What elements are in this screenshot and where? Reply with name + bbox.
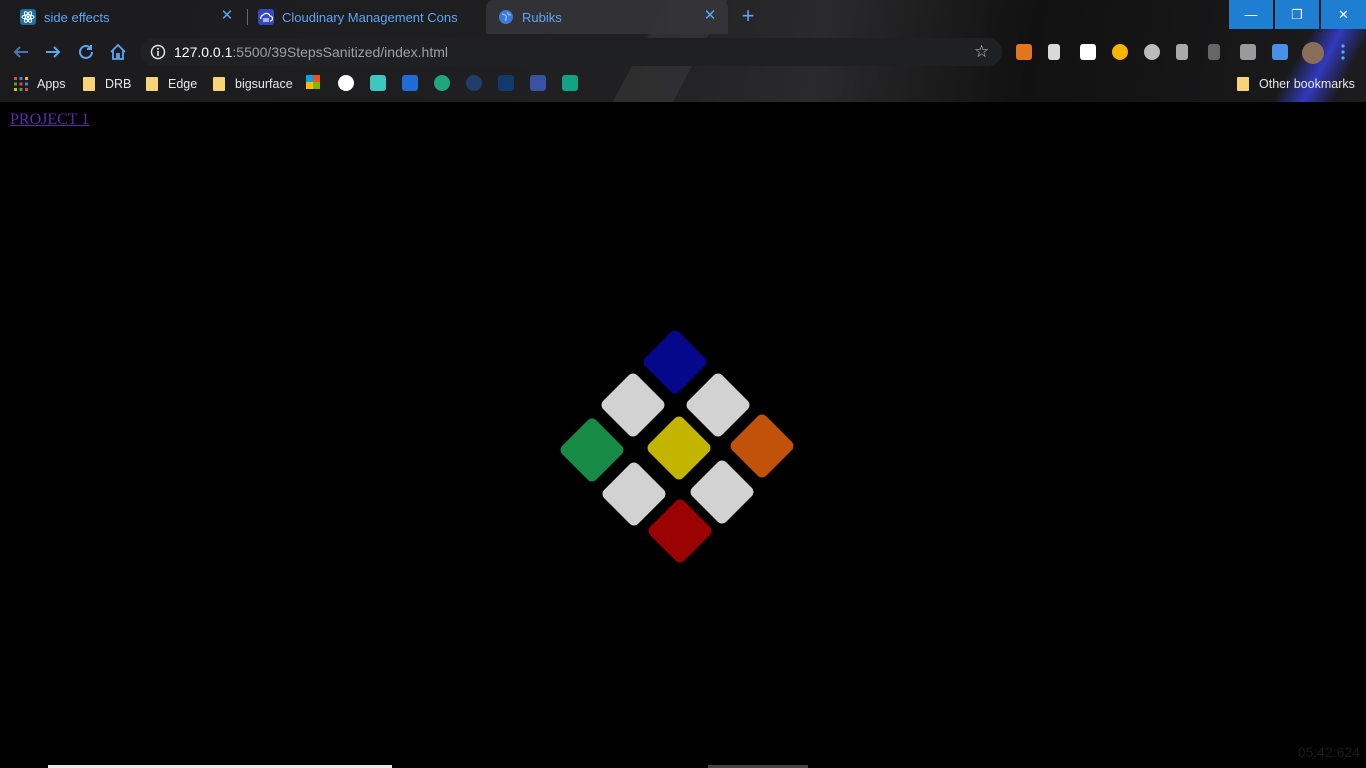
office-icon[interactable] bbox=[1048, 44, 1060, 60]
cube-sticker-green bbox=[558, 416, 626, 484]
apps-grid-icon bbox=[14, 77, 28, 91]
react-icon bbox=[20, 9, 36, 25]
megaphone-icon[interactable] bbox=[1176, 44, 1188, 60]
info-icon bbox=[150, 44, 166, 60]
bookmark-folder-drb[interactable]: DRB bbox=[83, 75, 131, 93]
minimize-button[interactable]: — bbox=[1229, 0, 1273, 29]
plus-cross-icon[interactable] bbox=[370, 75, 386, 91]
bookmark-label: Edge bbox=[168, 77, 198, 91]
restore-button[interactable]: ❐ bbox=[1275, 0, 1319, 29]
minimize-icon: — bbox=[1244, 7, 1258, 22]
tab-strip: side effects ✕ Cloudinary Management Con… bbox=[0, 0, 1366, 34]
tab-title: Rubiks bbox=[522, 9, 562, 25]
url-path: :5500/39StepsSanitized/index.html bbox=[232, 44, 448, 60]
rubiks-cube[interactable] bbox=[553, 328, 805, 580]
extension-icon[interactable] bbox=[1112, 44, 1128, 60]
cloudinary-icon bbox=[258, 9, 274, 25]
toolbar: 127.0.0.1:5500/39StepsSanitized/index.ht… bbox=[0, 34, 1366, 70]
edge-icon[interactable] bbox=[434, 75, 450, 91]
bookmark-apps[interactable]: Apps bbox=[14, 75, 66, 93]
back-button[interactable] bbox=[10, 41, 32, 63]
home-button[interactable] bbox=[107, 41, 129, 63]
bookmark-star-icon[interactable]: ☆ bbox=[974, 43, 992, 61]
cube-sticker-blue bbox=[641, 328, 709, 396]
folder-icon bbox=[83, 77, 95, 91]
back-arrow-icon bbox=[13, 46, 28, 58]
folder-icon bbox=[146, 77, 158, 91]
folder-icon bbox=[1237, 77, 1249, 91]
bookmark-label: DRB bbox=[105, 77, 132, 91]
url-text: 127.0.0.1:5500/39StepsSanitized/index.ht… bbox=[174, 44, 448, 60]
forward-arrow-icon bbox=[46, 46, 61, 58]
cube-sticker-orange bbox=[728, 412, 796, 480]
close-icon[interactable]: ✕ bbox=[702, 8, 718, 24]
address-bar[interactable]: 127.0.0.1:5500/39StepsSanitized/index.ht… bbox=[140, 38, 1002, 66]
close-icon[interactable]: ✕ bbox=[219, 8, 235, 24]
close-window-button[interactable]: ✕ bbox=[1321, 0, 1366, 29]
new-tab-button[interactable]: + bbox=[737, 5, 759, 28]
avatar[interactable] bbox=[1302, 42, 1324, 64]
menu-dots-icon[interactable] bbox=[1340, 44, 1346, 60]
timer-text: 05:42:624 bbox=[1297, 744, 1360, 760]
metamask-icon[interactable] bbox=[1016, 44, 1032, 60]
globe-icon bbox=[498, 9, 514, 25]
tab-title: Cloudinary Management Console bbox=[282, 9, 457, 25]
onedrive-icon[interactable] bbox=[1080, 44, 1096, 60]
bookmark-label: Apps bbox=[37, 77, 66, 91]
bookmark-label: bigsurface bbox=[235, 77, 293, 91]
hand-icon[interactable] bbox=[1208, 44, 1220, 60]
home-icon bbox=[110, 43, 126, 60]
speech-bubble-icon[interactable] bbox=[1144, 44, 1160, 60]
google-icon[interactable] bbox=[338, 75, 354, 91]
forward-button[interactable] bbox=[42, 41, 64, 63]
url-host: 127.0.0.1 bbox=[174, 44, 233, 60]
sourcetree-icon[interactable] bbox=[402, 75, 418, 91]
tab-cloudinary[interactable]: Cloudinary Management Console bbox=[238, 0, 486, 34]
puzzle-icon[interactable] bbox=[1272, 44, 1288, 60]
dropbox-icon[interactable] bbox=[1240, 44, 1256, 60]
bookmarks-bar: Apps DRB Edge bigsurface Other bookmarks bbox=[0, 70, 1366, 98]
folder-icon bbox=[213, 77, 225, 91]
cube-sticker-white bbox=[599, 371, 667, 439]
tab-rubiks[interactable]: Rubiks ✕ bbox=[486, 0, 728, 34]
browser-chrome: side effects ✕ Cloudinary Management Con… bbox=[0, 0, 1366, 102]
bookmark-other[interactable]: Other bookmarks bbox=[1237, 75, 1355, 93]
restore-icon: ❐ bbox=[1291, 6, 1303, 22]
reload-button[interactable] bbox=[75, 41, 97, 63]
microsoft-icon[interactable] bbox=[306, 75, 320, 89]
bookmark-folder-edge[interactable]: Edge bbox=[146, 75, 197, 93]
gb-icon[interactable] bbox=[530, 75, 546, 91]
tab-title: side effects bbox=[44, 9, 110, 25]
reload-icon bbox=[79, 44, 93, 59]
project-link[interactable]: PROJECT 1 bbox=[10, 111, 89, 129]
bookmark-folder-bigsurface[interactable]: bigsurface bbox=[213, 75, 293, 93]
bookmark-label: Other bookmarks bbox=[1259, 77, 1355, 91]
teal-badge-icon[interactable] bbox=[562, 75, 578, 91]
tab-side-effects[interactable]: side effects ✕ bbox=[0, 0, 245, 34]
st-icon[interactable] bbox=[498, 75, 514, 91]
close-icon: ✕ bbox=[1338, 6, 1349, 22]
shield-icon[interactable] bbox=[466, 75, 482, 91]
